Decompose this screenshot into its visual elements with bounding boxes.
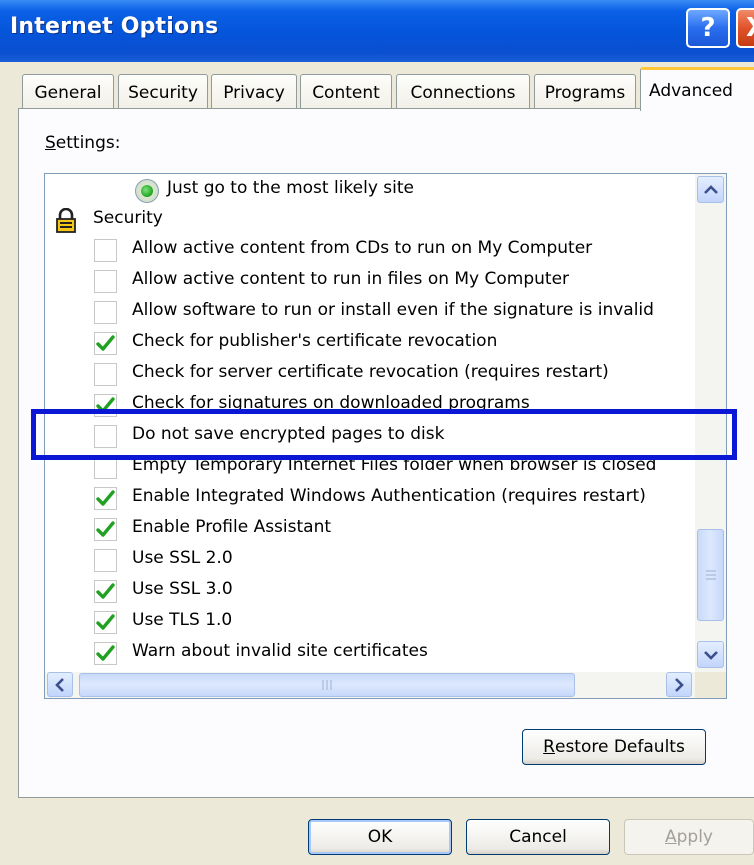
list-item[interactable]: Check for signatures on downloaded progr…: [45, 391, 705, 421]
list-item-label: Check for signatures on downloaded progr…: [132, 393, 530, 413]
vertical-scrollbar[interactable]: [695, 174, 726, 672]
list-item-label: Do not save encrypted pages to disk: [132, 424, 445, 444]
horizontal-scroll-thumb[interactable]: [79, 673, 575, 697]
grip-icon: [322, 680, 332, 690]
checkbox[interactable]: [94, 487, 117, 510]
chevron-left-icon: [55, 677, 64, 692]
tab-programs[interactable]: Programs: [534, 74, 636, 110]
checkbox[interactable]: [94, 394, 117, 417]
list-item[interactable]: Allow active content to run in files on …: [45, 267, 705, 297]
list-item-label: Check for publisher's certificate revoca…: [132, 331, 498, 351]
checkbox[interactable]: [94, 549, 117, 572]
checkbox[interactable]: [94, 239, 117, 262]
group-label: Security: [93, 208, 163, 228]
settings-list[interactable]: Just go to the most likely site Security…: [44, 173, 727, 699]
list-item[interactable]: Enable Integrated Windows Authentication…: [45, 484, 705, 514]
scroll-up-button[interactable]: [697, 176, 724, 203]
scroll-thumb[interactable]: [697, 529, 724, 621]
checkbox[interactable]: [94, 270, 117, 293]
tab-advanced[interactable]: Advanced: [640, 67, 754, 111]
list-item[interactable]: Warn about invalid site certificates: [45, 639, 705, 669]
tab-strip: General Security Privacy Content Connect…: [0, 62, 754, 111]
list-item[interactable]: Check for server certificate revocation …: [45, 360, 705, 390]
list-item-label: Warn about invalid site certificates: [132, 641, 428, 661]
list-item[interactable]: Just go to the most likely site: [45, 176, 705, 206]
check-icon: [96, 645, 115, 661]
checkbox[interactable]: [94, 332, 117, 355]
grip-icon: [705, 570, 716, 580]
list-item-label: Empty Temporary Internet Files folder wh…: [132, 455, 657, 475]
restore-defaults-button[interactable]: Restore Defaults: [522, 729, 706, 765]
list-item[interactable]: Do not save encrypted pages to disk: [45, 422, 705, 452]
apply-button[interactable]: Apply: [624, 819, 754, 855]
list-item-label: Allow software to run or install even if…: [132, 300, 654, 320]
list-item[interactable]: Allow software to run or install even if…: [45, 298, 705, 328]
chevron-down-icon: [703, 650, 718, 660]
list-item-label: Use TLS 1.0: [132, 610, 233, 630]
help-icon: ?: [700, 13, 716, 43]
list-item-label: Allow active content to run in files on …: [132, 269, 570, 289]
close-icon: X: [746, 13, 754, 43]
list-item-label: Allow active content from CDs to run on …: [132, 238, 593, 258]
tab-security[interactable]: Security: [118, 74, 208, 110]
checkbox[interactable]: [94, 363, 117, 386]
tab-general[interactable]: General: [22, 74, 114, 110]
list-item[interactable]: Check for publisher's certificate revoca…: [45, 329, 705, 359]
ok-button[interactable]: OK: [308, 819, 452, 855]
tab-content[interactable]: Content: [300, 74, 392, 110]
list-item[interactable]: Use SSL 2.0: [45, 546, 705, 576]
check-icon: [96, 490, 115, 506]
check-icon: [96, 397, 115, 413]
settings-label: Settings:: [45, 133, 121, 153]
list-item-label: Just go to the most likely site: [167, 178, 415, 198]
check-icon: [96, 335, 115, 351]
help-button[interactable]: ?: [686, 8, 730, 48]
scroll-down-button[interactable]: [697, 641, 724, 668]
list-item-label: Check for server certificate revocation …: [132, 362, 609, 382]
list-item-label: Enable Profile Assistant: [132, 517, 332, 537]
checkbox[interactable]: [94, 301, 117, 324]
checkbox[interactable]: [94, 425, 117, 448]
radio-button[interactable]: [135, 179, 159, 203]
scrollbar-corner: [695, 672, 726, 698]
scroll-left-button[interactable]: [47, 672, 73, 697]
list-item[interactable]: Empty Temporary Internet Files folder wh…: [45, 453, 705, 483]
checkbox[interactable]: [94, 518, 117, 541]
chevron-right-icon: [675, 677, 684, 692]
list-item[interactable]: Enable Profile Assistant: [45, 515, 705, 545]
title-bar[interactable]: Internet Options ? X: [0, 0, 754, 62]
check-icon: [96, 583, 115, 599]
chevron-up-icon: [703, 184, 718, 194]
list-item[interactable]: Use SSL 3.0: [45, 577, 705, 607]
list-item-label: Use SSL 2.0: [132, 548, 233, 568]
list-item[interactable]: Use TLS 1.0: [45, 608, 705, 638]
cancel-button[interactable]: Cancel: [466, 819, 610, 855]
checkbox[interactable]: [94, 580, 117, 603]
checkbox[interactable]: [94, 611, 117, 634]
divider: [0, 798, 754, 799]
radio-dot-icon: [141, 185, 153, 197]
checkbox[interactable]: [94, 456, 117, 479]
window-title: Internet Options: [10, 14, 219, 39]
check-icon: [96, 614, 115, 630]
tab-connections[interactable]: Connections: [396, 74, 530, 110]
horizontal-scrollbar[interactable]: [45, 672, 726, 698]
lock-icon: [56, 208, 76, 233]
list-item-label: Use SSL 3.0: [132, 579, 233, 599]
checkbox[interactable]: [94, 642, 117, 665]
check-icon: [96, 521, 115, 537]
list-group-header: Security: [45, 206, 705, 236]
close-button[interactable]: X: [736, 8, 754, 48]
scroll-right-button[interactable]: [666, 672, 692, 697]
list-item-label: Enable Integrated Windows Authentication…: [132, 486, 646, 506]
list-item[interactable]: Allow active content from CDs to run on …: [45, 236, 705, 266]
tab-privacy[interactable]: Privacy: [211, 74, 297, 110]
